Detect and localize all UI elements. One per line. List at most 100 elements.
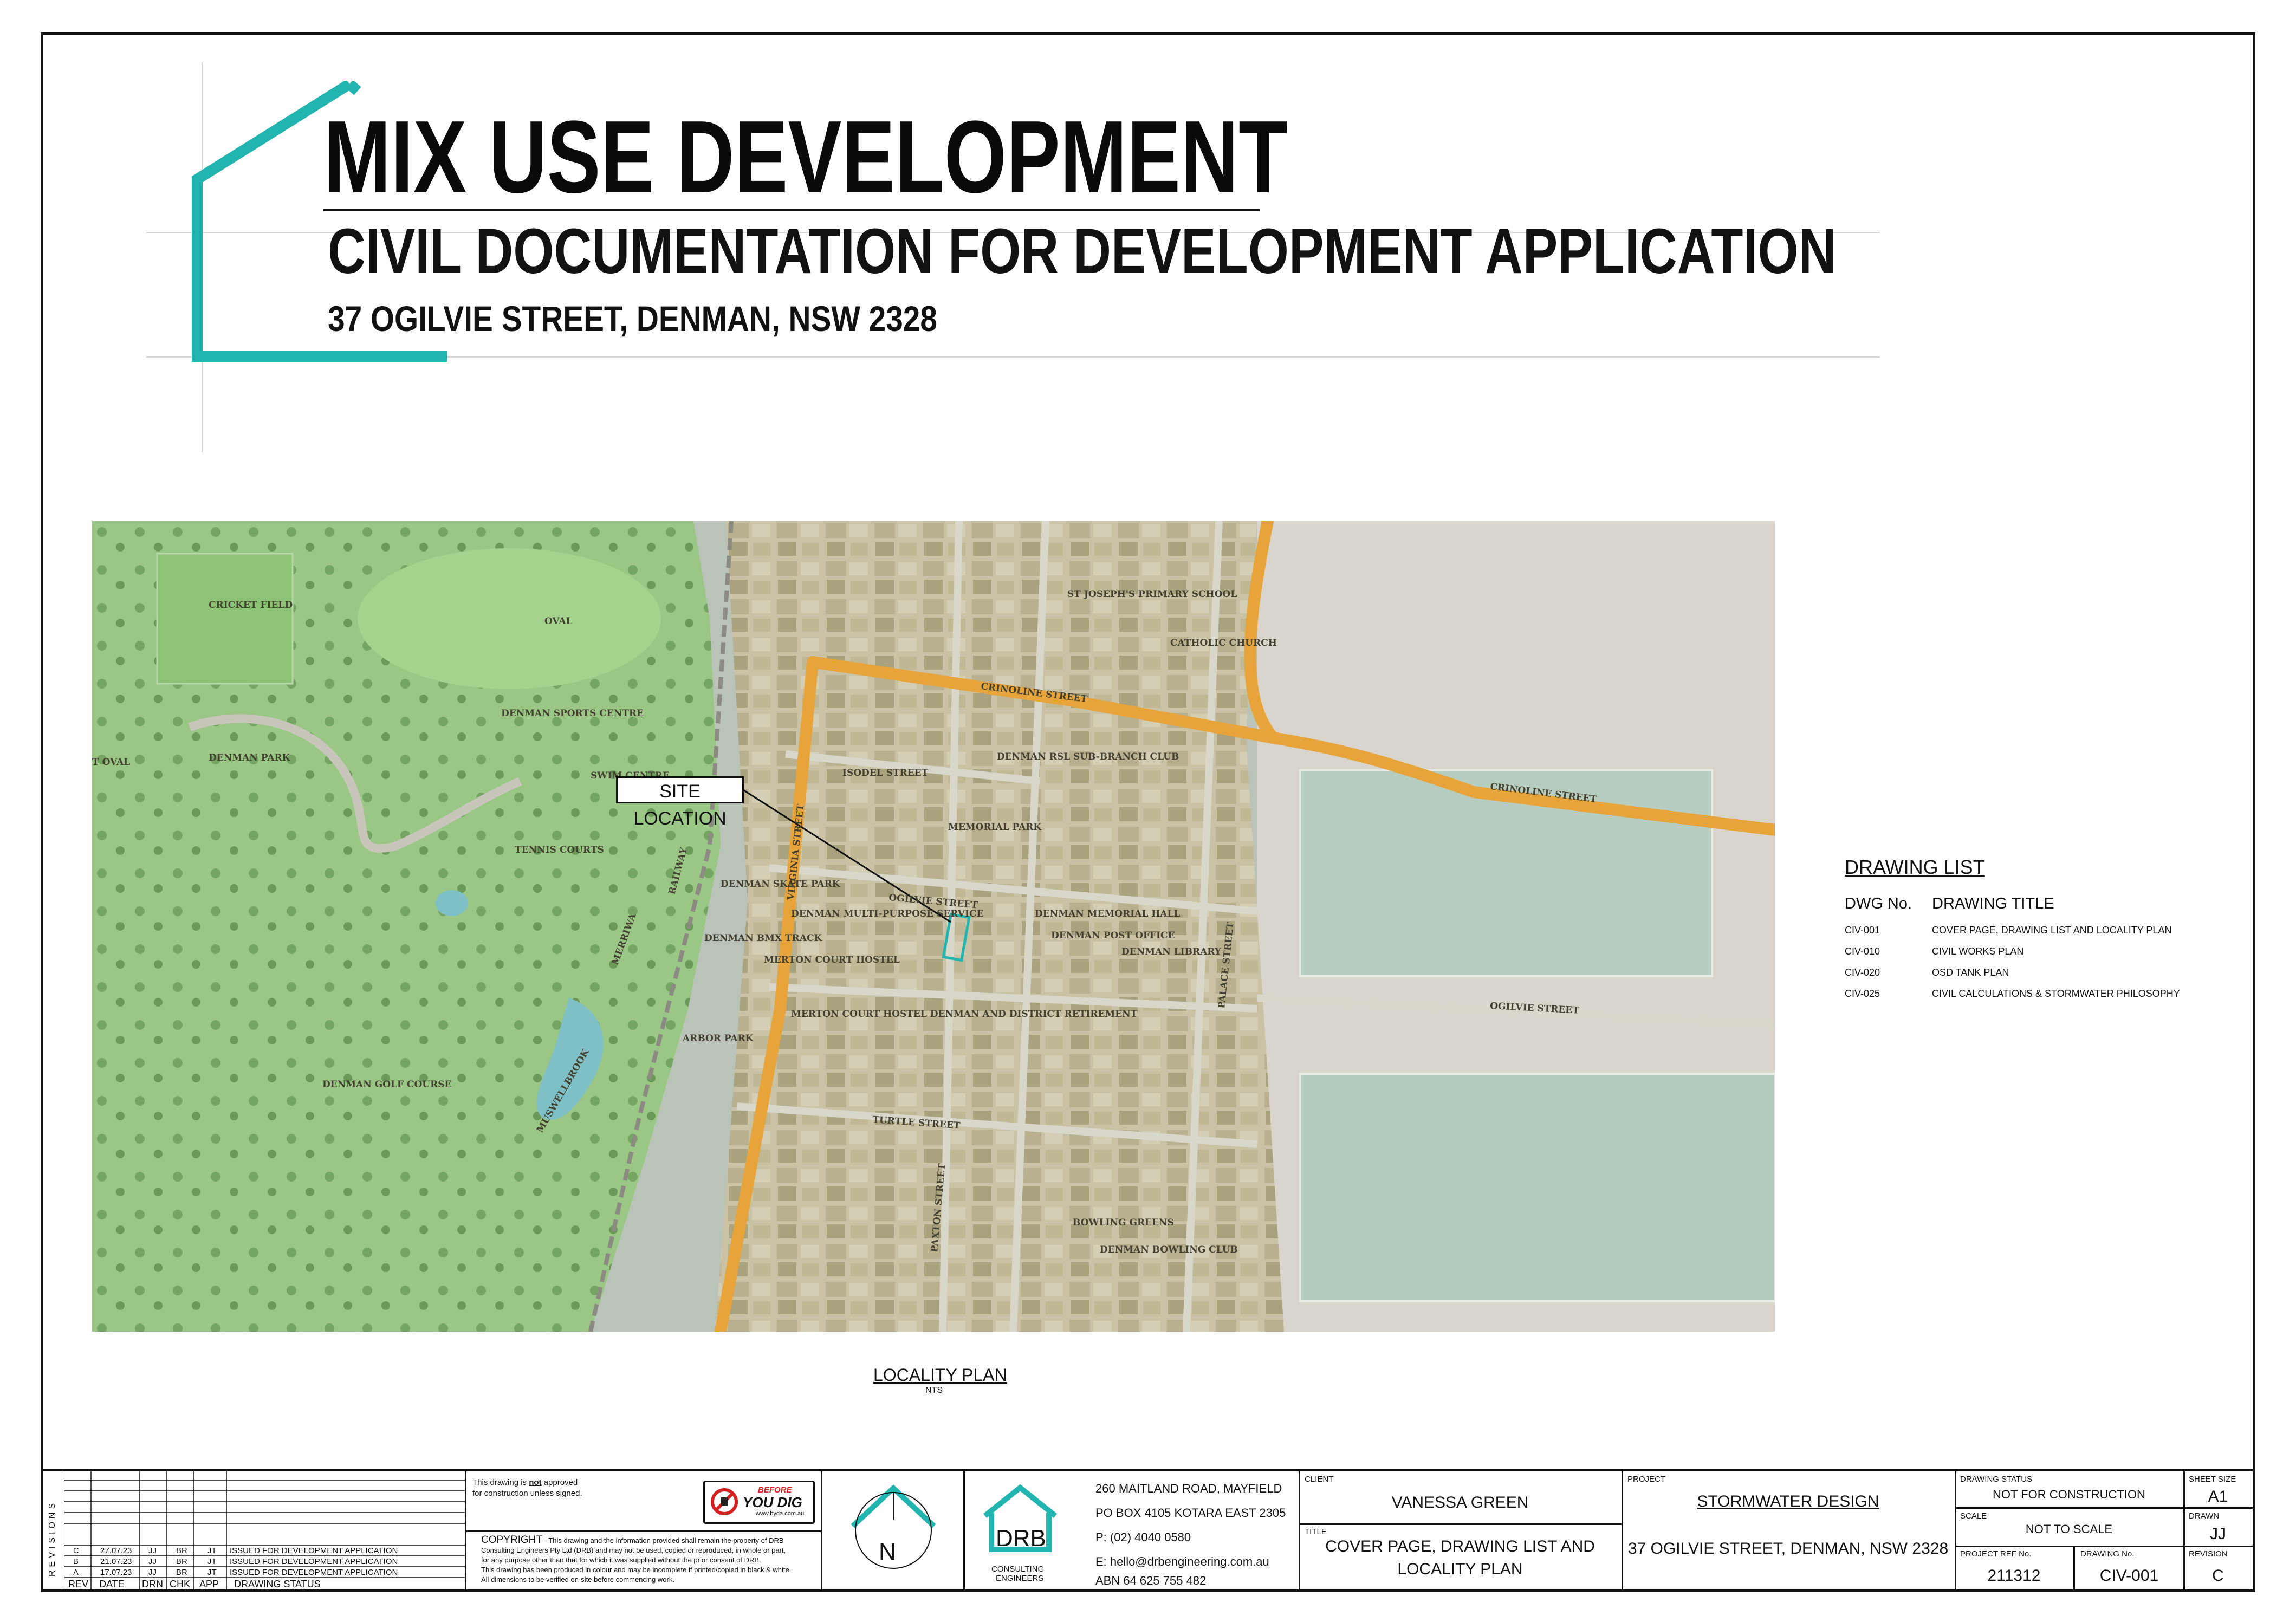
company-address1: 260 MAITLAND ROAD, MAYFIELD [1095,1482,1282,1495]
revisions-side-label: REVISIONS [46,1500,62,1578]
rev-header: DATE [99,1579,125,1589]
locality-map: CRICKET FIELD OVAL DENMAN SPORTS CENTRE … [92,521,1775,1332]
approval-not-text: not [529,1478,542,1487]
rev-status: ISSUED FOR DEVELOPMENT APPLICATION [230,1557,398,1566]
drawing-list-title-cell: CIVIL WORKS PLAN [1932,946,2024,957]
drawing-list-no: CIV-001 [1845,925,1880,936]
rev-chk: BR [176,1568,187,1577]
title-underline [323,209,1260,211]
revisions-label-text: REVISIONS [48,1500,57,1576]
map-label: T OVAL [92,757,130,768]
rev-app: JT [207,1568,217,1577]
drawing-list-title-cell: COVER PAGE, DRAWING LIST AND LOCALITY PL… [1932,925,2172,936]
project-ref-label: PROJECT REF No. [1960,1549,2032,1559]
approval-note: This drawing is not approved for constru… [472,1477,582,1499]
title-label: TITLE [1305,1527,1327,1536]
rev-drn: JJ [148,1546,157,1555]
divider [963,1469,965,1589]
drawing-list-title-cell: CIVIL CALCULATIONS & STORMWATER PHILOSOP… [1932,988,2180,999]
drb-logo-text: DRB [996,1525,1046,1552]
byda-line1: BEFORE [758,1485,792,1495]
rev-cell: A [73,1568,79,1577]
drb-logo-sub: CONSULTING [991,1565,1045,1574]
map-label: CATHOLIC CHURCH [1170,638,1277,648]
rev-header: REV [68,1579,89,1589]
map-label: DENMAN MULTI-PURPOSE SERVICE [791,909,983,919]
rev-status: ISSUED FOR DEVELOPMENT APPLICATION [230,1546,398,1555]
rev-cell: B [73,1557,79,1566]
drawn-label: DRAWN [2189,1511,2220,1521]
rev-drn: JJ [148,1557,157,1566]
rev-date: 17.07.23 [100,1568,132,1577]
approval-text: approved [541,1478,578,1487]
rev-chk: BR [176,1546,187,1555]
site-location-callout: SITE LOCATION [616,776,744,829]
drawing-title-line1: COVER PAGE, DRAWING LIST AND [1325,1537,1595,1555]
drawn-value: JJ [2210,1525,2226,1543]
drawing-no-value: CIV-001 [2099,1567,2159,1585]
map-label: DENMAN PARK [209,752,291,763]
map-label: ARBOR PARK [682,1033,754,1044]
site-address: 37 OGILVIE STREET, DENMAN, NSW 2328 [328,299,937,339]
page-subtitle: CIVIL DOCUMENTATION FOR DEVELOPMENT APPL… [328,216,1837,287]
rev-app: JT [207,1546,217,1555]
drb-logo-sub: ENGINEERS [996,1574,1044,1583]
divider [1955,1507,2253,1509]
drawing-list-no: CIV-020 [1845,967,1880,978]
map-label: DENMAN SPORTS CENTRE [501,708,644,719]
page-title: MIX USE DEVELOPMENT [324,100,1288,215]
drawing-no-label: DRAWING No. [2080,1549,2135,1559]
map-label: ST JOSEPH'S PRIMARY SCHOOL [1067,589,1237,600]
map-label: DENMAN GOLF COURSE [322,1079,452,1090]
byda-logo: BEFORE YOU DIG www.byda.com.au [703,1481,815,1524]
company-phone: P: (02) 4040 0580 [1095,1530,1191,1544]
map-label: DENMAN BOWLING CLUB [1100,1244,1238,1255]
rev-chk: BR [176,1557,187,1566]
divider [1622,1469,1623,1589]
sheet-size-value: A1 [2208,1488,2228,1506]
divider [1299,1523,1622,1525]
divider [821,1469,822,1589]
map-label: BOWLING GREENS [1073,1217,1174,1228]
approval-text: for construction unless signed. [472,1489,582,1498]
drawing-list-no: CIV-025 [1845,988,1880,999]
drawing-list-title: DRAWING LIST [1845,856,1985,878]
copyright-note: COPYRIGHT - This drawing and the informa… [481,1535,817,1585]
copyright-text: All dimensions to be verified on-site be… [481,1575,674,1584]
copyright-text: Consulting Engineers Pty Ltd (DRB) and m… [481,1546,786,1554]
map-label: MERTON COURT HOSTEL DENMAN AND DISTRICT … [791,1009,1138,1020]
revision-label: REVISION [2189,1549,2228,1559]
map-label: TENNIS COURTS [515,845,604,855]
client-value: VANESSA GREEN [1391,1494,1529,1511]
copyright-text: for any purpose other than that for whic… [481,1556,761,1564]
rev-header: DRN [142,1579,163,1589]
map-label: OVAL [544,616,573,627]
copyright-text: - This drawing and the information provi… [542,1536,784,1545]
scale-value: NOT TO SCALE [2025,1522,2113,1536]
drawing-list-title-cell: OSD TANK PLAN [1932,967,2009,978]
drawing-status-value: NOT FOR CONSTRUCTION [1993,1488,2145,1501]
rev-app: JT [207,1557,217,1566]
approval-text: This drawing is [472,1478,529,1487]
company-email: E: hello@drbengineering.com.au [1095,1555,1269,1568]
copyright-heading: COPYRIGHT [481,1534,542,1546]
byda-url: www.byda.com.au [756,1510,805,1517]
rev-status: ISSUED FOR DEVELOPMENT APPLICATION [230,1568,398,1577]
divider [465,1469,466,1589]
rev-cell: C [73,1546,79,1555]
project-address: 37 OGILVIE STREET, DENMAN, NSW 2328 [1627,1540,1949,1558]
project-label: PROJECT [1627,1475,1666,1484]
map-label: DENMAN BMX TRACK [704,933,822,944]
sheet-size-label: SHEET SIZE [2189,1475,2236,1484]
aerial-map-graphic: CRICKET FIELD OVAL DENMAN SPORTS CENTRE … [92,521,1775,1332]
map-label: ISODEL STREET [842,768,929,778]
rev-date: 27.07.23 [100,1546,132,1555]
rev-header: APP [199,1579,219,1589]
map-label: DENMAN LIBRARY [1121,946,1222,957]
company-abn: ABN 64 625 755 482 [1095,1574,1207,1587]
locality-plan-scale: NTS [925,1386,943,1395]
map-label: MEMORIAL PARK [948,822,1042,833]
divider [465,1530,821,1532]
drawing-title-line2: LOCALITY PLAN [1397,1560,1523,1578]
north-label: N [879,1539,896,1565]
